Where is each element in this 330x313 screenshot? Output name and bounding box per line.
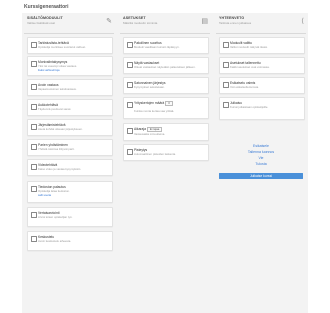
card-desc: Katso video ja vastaa kysymyksiin. <box>38 167 82 171</box>
list-item[interactable]: Tiedoston palautus Opiskelija lataa tied… <box>27 181 113 203</box>
list-item[interactable]: Asetukset tallennettu Kaikki asetukset o… <box>219 57 305 74</box>
column-header: YHTEENVETO Tarkista ennen julkaisua ⟨ <box>216 13 306 34</box>
share-icon[interactable]: ⟨ <box>301 17 304 25</box>
card-desc: Kysymykset sekoitetaan. <box>134 85 165 89</box>
card-link[interactable]: lisää vaihtoehtoja <box>38 68 110 72</box>
list-item[interactable]: Aikaraja Ei rajaa Vastausaika minuuttein… <box>123 123 209 141</box>
card-desc: Automaattinen pisteiden laskenta. <box>134 152 176 156</box>
list-item[interactable]: Videotehtävä Katso video ja vastaa kysym… <box>27 159 113 176</box>
list-item[interactable]: Järjestämistehtävä Aseta kohdat oikeaan … <box>27 119 113 136</box>
checkbox[interactable] <box>31 212 37 218</box>
card-desc: Kuinka monta kertaa saa yrittää. <box>134 109 175 113</box>
card-title-text: Aikaraja <box>134 127 146 131</box>
column-title: YHTEENVETO <box>219 16 245 20</box>
column-title: ASETUKSET <box>123 16 146 20</box>
checkbox[interactable] <box>127 149 133 155</box>
list-item[interactable]: Näytä vastaukset Oikeat vastaukset näyte… <box>123 57 209 74</box>
column-header: SISÄLTÖMODUULIT Valitse lisättävät osat … <box>24 13 114 34</box>
card-desc: Moduuli vaaditaan kurssin läpäisyyn. <box>134 45 180 49</box>
checkbox[interactable] <box>31 104 37 110</box>
card-title-text: Yrityskertojen määrä <box>134 101 165 105</box>
list-item[interactable]: Satunnainen järjestys Kysymykset sekoite… <box>123 77 209 94</box>
card-link[interactable]: salli useita <box>38 193 110 197</box>
publish-button[interactable]: Julkaise kurssi <box>219 173 303 179</box>
column-settings: ASETUKSET Määritä moduulin toiminta ▤ Pa… <box>120 13 210 313</box>
print-link[interactable]: Tulosta <box>216 161 306 167</box>
list-item[interactable]: Monivalintakysymys Yksi tai useampi oike… <box>27 56 113 76</box>
card-desc: Yhdistä toisiinsa liittyvät parit. <box>38 147 75 151</box>
checkbox[interactable] <box>127 42 133 48</box>
card-desc: Aseta kohdat oikeaan järjestykseen. <box>38 127 83 131</box>
checkbox[interactable] <box>127 128 133 134</box>
action-links: Esikatsele Tallenna luonnos Vie Tulosta <box>216 143 306 167</box>
list-item[interactable]: Keskustelu Avoin keskustelu aiheesta. <box>27 231 113 251</box>
column-modules: SISÄLTÖMODUULIT Valitse lisättävät osat … <box>24 13 114 313</box>
list-item[interactable]: Tarkistuslista-tehtävä Opiskelija merkit… <box>27 37 113 54</box>
list-item[interactable]: Pakollinen suoritus Moduuli vaaditaan ku… <box>123 37 209 54</box>
card-desc: Kaikki asetukset ovat voimassa. <box>230 65 270 69</box>
card-desc: Oikeat vastaukset näytetään palautuksen … <box>134 65 196 69</box>
card-desc: Avoin keskustelu aiheesta. <box>38 239 72 243</box>
card-desc: Vastausaika minuutteina. <box>134 132 166 136</box>
list-item[interactable]: Yrityskertojen määrä 3 Kuinka monta kert… <box>123 97 209 119</box>
checkbox[interactable] <box>31 84 37 90</box>
checkbox[interactable] <box>31 61 37 67</box>
list-item[interactable]: Vertaisarviointi Arvioi toisen opiskelij… <box>27 207 113 227</box>
list-item[interactable]: Julkaisu Kurssi julkaistaan opiskelijoil… <box>219 97 305 120</box>
list-item[interactable]: Pisteytys Automaattinen pisteiden lasken… <box>123 144 209 161</box>
checkbox[interactable] <box>127 102 133 108</box>
card-desc: Voit esikatsella kurssia. <box>230 85 259 89</box>
card-desc: Vapaamuotoinen tekstivastaus. <box>38 87 77 91</box>
checkbox[interactable] <box>31 186 37 192</box>
card-desc: Valitut moduulit näkyvät tässä. <box>230 45 268 49</box>
layout-icon[interactable]: ▤ <box>201 17 208 25</box>
checkbox[interactable] <box>31 124 37 130</box>
checkbox[interactable] <box>127 82 133 88</box>
list-item[interactable]: Avoin vastaus Vapaamuotoinen tekstivasta… <box>27 79 113 96</box>
checkbox[interactable] <box>31 42 37 48</box>
list-item[interactable]: Aukkotehtävä Täydennä puuttuvat sanat. <box>27 99 113 116</box>
checkbox[interactable] <box>127 62 133 68</box>
edit-icon[interactable]: ✎ <box>106 17 112 25</box>
checkbox[interactable] <box>223 82 229 88</box>
column-subtitle: Valitse lisättävät osat <box>27 21 55 25</box>
column-summary: YHTEENVETO Tarkista ennen julkaisua ⟨ Mo… <box>216 13 306 313</box>
card-desc: Kurssi julkaistaan opiskelijoille. <box>230 105 269 109</box>
attempts-field[interactable]: 3 <box>165 101 173 107</box>
page-title: Kurssigeneraattori <box>24 4 69 10</box>
list-item[interactable]: Moduulit valittu Valitut moduulit näkyvä… <box>219 37 305 54</box>
card-desc: Täydennä puuttuvat sanat. <box>38 107 72 111</box>
card-desc: Opiskelija merkitsee suoritetut vaiheet. <box>38 45 86 49</box>
checkbox[interactable] <box>31 144 37 150</box>
checkbox[interactable] <box>31 236 37 242</box>
list-item[interactable]: Parien yhdistäminen Yhdistä toisiinsa li… <box>27 139 113 156</box>
checkbox[interactable] <box>223 42 229 48</box>
column-header: ASETUKSET Määritä moduulin toiminta ▤ <box>120 13 210 34</box>
column-title: SISÄLTÖMODUULIT <box>27 16 63 20</box>
checkbox[interactable] <box>31 164 37 170</box>
checkbox[interactable] <box>223 102 229 108</box>
checkbox[interactable] <box>223 62 229 68</box>
column-subtitle: Tarkista ennen julkaisua <box>219 21 252 25</box>
list-item[interactable]: Esikatselu valmis Voit esikatsella kurss… <box>219 77 305 94</box>
card-desc: Arvioi toisen opiskelijan työ. <box>38 215 73 219</box>
column-subtitle: Määritä moduulin toiminta <box>123 21 158 25</box>
card-title: Yrityskertojen määrä 3 <box>134 101 206 107</box>
